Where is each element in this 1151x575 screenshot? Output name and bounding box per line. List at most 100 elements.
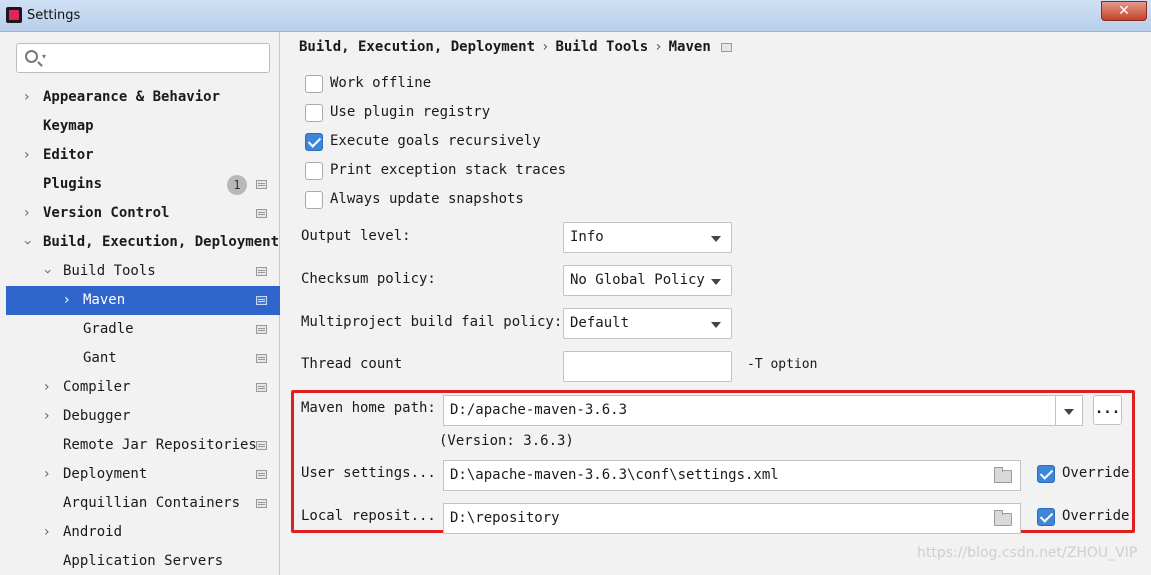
breadcrumb-item: Maven (668, 39, 711, 55)
local-repository-override-checkbox[interactable] (1037, 508, 1055, 526)
sidebar-item-build-tools[interactable]: › Build Tools (6, 257, 280, 286)
search-box[interactable]: ▾ (16, 43, 270, 73)
maven-home-dropdown-button[interactable] (1055, 395, 1083, 426)
local-repository-path-field[interactable]: D:\repository (443, 503, 1021, 534)
sidebar-item-arquillian-containers[interactable]: Arquillian Containers (6, 489, 280, 518)
option-label: Work offline (330, 75, 432, 91)
chevron-down-icon (1064, 409, 1074, 415)
dropdown-value: Default (570, 315, 630, 331)
thread-count-label: Thread count (301, 356, 403, 372)
use-plugin-registry-checkbox[interactable] (305, 104, 323, 122)
fail-policy-label: Multiproject build fail policy: (301, 314, 563, 330)
output-level-dropdown[interactable]: Info (563, 222, 732, 253)
sidebar-item-label: Version Control (43, 205, 170, 221)
search-options-caret-icon[interactable]: ▾ (42, 52, 46, 61)
plugins-update-badge: 1 (227, 175, 247, 195)
sidebar-item-label: Android (63, 524, 123, 540)
chevron-down-icon (711, 279, 721, 285)
chevron-right-icon[interactable]: › (44, 460, 50, 489)
thread-count-input[interactable] (563, 351, 732, 382)
chevron-right-icon[interactable]: › (44, 518, 50, 547)
chevron-down-icon (711, 236, 721, 242)
user-settings-value: D:\apache-maven-3.6.3\conf\settings.xml (450, 467, 779, 483)
maven-home-path-combo[interactable]: D:/apache-maven-3.6.3 (443, 395, 1056, 426)
breadcrumb: Build, Execution, Deployment › Build Tools… (299, 39, 732, 55)
chevron-down-icon[interactable]: › (32, 269, 61, 275)
sidebar-item-label: Maven (83, 292, 126, 308)
option-label: Use plugin registry (330, 104, 491, 120)
folder-icon[interactable] (994, 510, 1012, 526)
maven-settings-panel: Build, Execution, Deployment › Build Tools… (281, 32, 1151, 575)
project-settings-icon (256, 499, 267, 508)
sidebar-item-label: Plugins (43, 176, 103, 192)
dropdown-value: Info (570, 229, 604, 245)
sidebar-item-label: Debugger (63, 408, 131, 424)
print-exception-stack-traces-checkbox[interactable] (305, 162, 323, 180)
search-icon[interactable] (25, 50, 38, 63)
breadcrumb-item: Build Tools (555, 39, 649, 55)
user-settings-label: User settings... (301, 465, 436, 481)
project-settings-icon (256, 180, 267, 189)
sidebar-item-deployment[interactable]: › Deployment (6, 460, 280, 489)
sidebar-item-label: Gradle (83, 321, 134, 337)
checksum-policy-dropdown[interactable]: No Global Policy (563, 265, 732, 296)
sidebar-item-android[interactable]: › Android (6, 518, 280, 547)
folder-icon[interactable] (994, 467, 1012, 483)
sidebar-item-appearance[interactable]: › Appearance & Behavior (6, 83, 280, 112)
chevron-right-icon[interactable]: › (24, 199, 30, 228)
execute-goals-recursively-checkbox[interactable] (305, 133, 323, 151)
option-label: Always update snapshots (330, 191, 524, 207)
chevron-down-icon[interactable]: › (12, 240, 41, 246)
sidebar-item-compiler[interactable]: › Compiler (6, 373, 280, 402)
sidebar-item-gradle[interactable]: Gradle (6, 315, 280, 344)
sidebar-item-label: Appearance & Behavior (43, 89, 221, 105)
search-input[interactable] (53, 48, 263, 68)
sidebar-item-label: Editor (43, 147, 94, 163)
sidebar-item-build-execution-deployment[interactable]: › Build, Execution, Deployment (6, 228, 280, 257)
project-settings-icon (256, 470, 267, 479)
chevron-right-icon[interactable]: › (24, 83, 30, 112)
sidebar-item-remote-jar-repositories[interactable]: Remote Jar Repositories (6, 431, 280, 460)
sidebar-item-gant[interactable]: Gant (6, 344, 280, 373)
watermark-text: https://blog.csdn.net/ZHOU_VIP (917, 545, 1138, 561)
window-title: Settings (27, 8, 81, 23)
chevron-right-icon[interactable]: › (44, 402, 50, 431)
chevron-right-icon[interactable]: › (24, 141, 30, 170)
project-settings-icon (256, 354, 267, 363)
sidebar-item-label: Keymap (43, 118, 94, 134)
option-label: Execute goals recursively (330, 133, 541, 149)
sidebar-item-label: Arquillian Containers (63, 495, 241, 511)
sidebar-item-maven[interactable]: › Maven (6, 286, 280, 315)
user-settings-path-field[interactable]: D:\apache-maven-3.6.3\conf\settings.xml (443, 460, 1021, 491)
sidebar-item-editor[interactable]: › Editor (6, 141, 280, 170)
local-repository-value: D:\repository (450, 510, 560, 526)
sidebar-item-version-control[interactable]: › Version Control (6, 199, 280, 228)
project-settings-icon (256, 383, 267, 392)
sidebar-item-label: Gant (83, 350, 117, 366)
project-settings-icon (256, 267, 267, 276)
sidebar-item-plugins[interactable]: Plugins 1 (6, 170, 280, 199)
option-label: Print exception stack traces (330, 162, 567, 178)
always-update-snapshots-checkbox[interactable] (305, 191, 323, 209)
chevron-right-icon[interactable]: › (64, 286, 70, 315)
maven-home-browse-button[interactable]: ... (1093, 395, 1122, 425)
sidebar-item-label: Compiler (63, 379, 131, 395)
work-offline-checkbox[interactable] (305, 75, 323, 93)
breadcrumb-separator: › (654, 39, 663, 55)
sidebar-item-application-servers[interactable]: Application Servers (6, 547, 280, 575)
sidebar-item-keymap[interactable]: Keymap (6, 112, 280, 141)
sidebar-item-debugger[interactable]: › Debugger (6, 402, 280, 431)
close-button[interactable]: ✕ (1101, 1, 1147, 21)
sidebar-item-label: Remote Jar Repositories (63, 437, 257, 453)
output-level-label: Output level: (301, 228, 411, 244)
app-icon (6, 7, 22, 23)
local-repository-label: Local reposit... (301, 508, 436, 524)
breadcrumb-separator: › (541, 39, 550, 55)
chevron-right-icon[interactable]: › (44, 373, 50, 402)
user-settings-override-checkbox[interactable] (1037, 465, 1055, 483)
fail-policy-dropdown[interactable]: Default (563, 308, 732, 339)
breadcrumb-item: Build, Execution, Deployment (299, 39, 536, 55)
thread-count-note: -T option (747, 357, 818, 372)
override-label: Override (1062, 465, 1130, 481)
project-settings-icon (256, 296, 267, 305)
